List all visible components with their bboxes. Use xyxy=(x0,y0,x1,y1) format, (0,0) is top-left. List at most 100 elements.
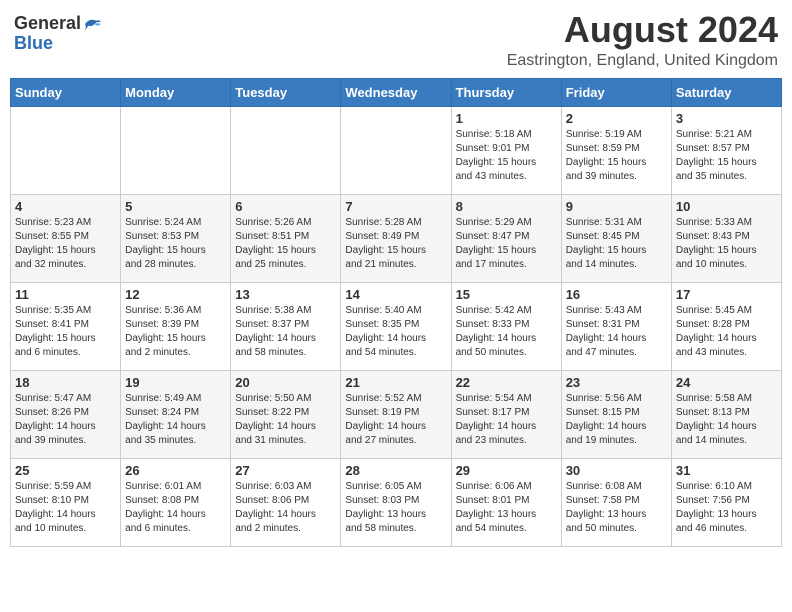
day-number: 29 xyxy=(456,463,557,478)
header-wednesday: Wednesday xyxy=(341,78,451,106)
calendar-header-row: Sunday Monday Tuesday Wednesday Thursday… xyxy=(11,78,782,106)
day-info: Sunrise: 5:43 AM Sunset: 8:31 PM Dayligh… xyxy=(566,304,667,360)
day-number: 16 xyxy=(566,287,667,302)
day-info: Sunrise: 5:19 AM Sunset: 8:59 PM Dayligh… xyxy=(566,128,667,184)
header-tuesday: Tuesday xyxy=(231,78,341,106)
day-number: 19 xyxy=(125,375,226,390)
calendar-cell: 31Sunrise: 6:10 AM Sunset: 7:56 PM Dayli… xyxy=(671,458,781,546)
day-number: 24 xyxy=(676,375,777,390)
day-number: 26 xyxy=(125,463,226,478)
calendar-cell: 20 Sunrise: 5:50 AM Sunset: 8:22 PM Dayli… xyxy=(231,370,341,458)
day-info: Sunrise: 5:47 AM Sunset: 8:26 PM Dayligh… xyxy=(15,392,116,448)
day-info: Sunrise: 6:01 AM Sunset: 8:08 PM Dayligh… xyxy=(125,480,226,536)
day-number: 25 xyxy=(15,463,116,478)
calendar-cell xyxy=(231,106,341,194)
logo-bird-icon xyxy=(83,16,103,32)
calendar-cell xyxy=(11,106,121,194)
day-info: Sunrise: 6:10 AM Sunset: 7:56 PM Dayligh… xyxy=(676,480,777,536)
calendar-cell: 10Sunrise: 5:33 AM Sunset: 8:43 PM Dayli… xyxy=(671,194,781,282)
day-info: Sunrise: 5:45 AM Sunset: 8:28 PM Dayligh… xyxy=(676,304,777,360)
day-number: 18 xyxy=(15,375,116,390)
day-info: Sunrise: 5:28 AM Sunset: 8:49 PM Dayligh… xyxy=(345,216,446,272)
day-number: 11 xyxy=(15,287,116,302)
day-number: 5 xyxy=(125,199,226,214)
day-info: Sunrise: 5:18 AM Sunset: 9:01 PM Dayligh… xyxy=(456,128,557,184)
day-number: 14 xyxy=(345,287,446,302)
day-number: 28 xyxy=(345,463,446,478)
logo-general-text: General xyxy=(14,14,81,34)
calendar-week-row: 1 Sunrise: 5:18 AM Sunset: 9:01 PM Daylig… xyxy=(11,106,782,194)
day-number: 13 xyxy=(235,287,336,302)
calendar-cell: 16 Sunrise: 5:43 AM Sunset: 8:31 PM Dayli… xyxy=(561,282,671,370)
day-info: Sunrise: 6:06 AM Sunset: 8:01 PM Dayligh… xyxy=(456,480,557,536)
calendar-cell: 9 Sunrise: 5:31 AM Sunset: 8:45 PM Daylig… xyxy=(561,194,671,282)
calendar-table: Sunday Monday Tuesday Wednesday Thursday… xyxy=(10,78,782,547)
header-saturday: Saturday xyxy=(671,78,781,106)
header: General Blue August 2024 Eastrington, En… xyxy=(10,10,782,70)
calendar-cell: 12 Sunrise: 5:36 AM Sunset: 8:39 PM Dayli… xyxy=(121,282,231,370)
calendar-cell: 21Sunrise: 5:52 AM Sunset: 8:19 PM Dayli… xyxy=(341,370,451,458)
calendar-cell: 28 Sunrise: 6:05 AM Sunset: 8:03 PM Dayli… xyxy=(341,458,451,546)
title-area: August 2024 Eastrington, England, United… xyxy=(507,10,778,70)
header-thursday: Thursday xyxy=(451,78,561,106)
day-number: 2 xyxy=(566,111,667,126)
day-number: 15 xyxy=(456,287,557,302)
day-info: Sunrise: 5:54 AM Sunset: 8:17 PM Dayligh… xyxy=(456,392,557,448)
day-number: 22 xyxy=(456,375,557,390)
day-info: Sunrise: 5:59 AM Sunset: 8:10 PM Dayligh… xyxy=(15,480,116,536)
day-info: Sunrise: 5:38 AM Sunset: 8:37 PM Dayligh… xyxy=(235,304,336,360)
header-friday: Friday xyxy=(561,78,671,106)
calendar-cell: 23Sunrise: 5:56 AM Sunset: 8:15 PM Dayli… xyxy=(561,370,671,458)
month-year-title: August 2024 xyxy=(507,10,778,50)
calendar-cell: 13 Sunrise: 5:38 AM Sunset: 8:37 PM Dayli… xyxy=(231,282,341,370)
calendar-week-row: 25 Sunrise: 5:59 AM Sunset: 8:10 PM Dayli… xyxy=(11,458,782,546)
day-info: Sunrise: 5:58 AM Sunset: 8:13 PM Dayligh… xyxy=(676,392,777,448)
day-info: Sunrise: 5:50 AM Sunset: 8:22 PM Dayligh… xyxy=(235,392,336,448)
calendar-cell: 17 Sunrise: 5:45 AM Sunset: 8:28 PM Dayli… xyxy=(671,282,781,370)
calendar-cell: 18 Sunrise: 5:47 AM Sunset: 8:26 PM Dayli… xyxy=(11,370,121,458)
day-number: 12 xyxy=(125,287,226,302)
day-info: Sunrise: 6:08 AM Sunset: 7:58 PM Dayligh… xyxy=(566,480,667,536)
header-sunday: Sunday xyxy=(11,78,121,106)
calendar-cell xyxy=(341,106,451,194)
day-info: Sunrise: 5:33 AM Sunset: 8:43 PM Dayligh… xyxy=(676,216,777,272)
day-info: Sunrise: 5:23 AM Sunset: 8:55 PM Dayligh… xyxy=(15,216,116,272)
calendar-cell: 29 Sunrise: 6:06 AM Sunset: 8:01 PM Dayli… xyxy=(451,458,561,546)
day-number: 23 xyxy=(566,375,667,390)
calendar-cell: 14 Sunrise: 5:40 AM Sunset: 8:35 PM Dayli… xyxy=(341,282,451,370)
day-number: 21 xyxy=(345,375,446,390)
day-number: 17 xyxy=(676,287,777,302)
day-info: Sunrise: 6:05 AM Sunset: 8:03 PM Dayligh… xyxy=(345,480,446,536)
calendar-cell xyxy=(121,106,231,194)
day-number: 30 xyxy=(566,463,667,478)
calendar-cell: 11 Sunrise: 5:35 AM Sunset: 8:41 PM Dayli… xyxy=(11,282,121,370)
day-info: Sunrise: 5:36 AM Sunset: 8:39 PM Dayligh… xyxy=(125,304,226,360)
day-info: Sunrise: 5:31 AM Sunset: 8:45 PM Dayligh… xyxy=(566,216,667,272)
calendar-week-row: 18 Sunrise: 5:47 AM Sunset: 8:26 PM Dayli… xyxy=(11,370,782,458)
calendar-cell: 3Sunrise: 5:21 AM Sunset: 8:57 PM Daylig… xyxy=(671,106,781,194)
calendar-cell: 7Sunrise: 5:28 AM Sunset: 8:49 PM Daylig… xyxy=(341,194,451,282)
day-info: Sunrise: 5:49 AM Sunset: 8:24 PM Dayligh… xyxy=(125,392,226,448)
calendar-cell: 15Sunrise: 5:42 AM Sunset: 8:33 PM Dayli… xyxy=(451,282,561,370)
calendar-cell: 2 Sunrise: 5:19 AM Sunset: 8:59 PM Daylig… xyxy=(561,106,671,194)
calendar-week-row: 4 Sunrise: 5:23 AM Sunset: 8:55 PM Daylig… xyxy=(11,194,782,282)
calendar-cell: 26 Sunrise: 6:01 AM Sunset: 8:08 PM Dayli… xyxy=(121,458,231,546)
day-number: 6 xyxy=(235,199,336,214)
day-number: 9 xyxy=(566,199,667,214)
day-info: Sunrise: 5:35 AM Sunset: 8:41 PM Dayligh… xyxy=(15,304,116,360)
day-number: 20 xyxy=(235,375,336,390)
logo: General Blue xyxy=(14,14,103,54)
calendar-cell: 30 Sunrise: 6:08 AM Sunset: 7:58 PM Dayli… xyxy=(561,458,671,546)
calendar-cell: 19 Sunrise: 5:49 AM Sunset: 8:24 PM Dayli… xyxy=(121,370,231,458)
day-info: Sunrise: 5:21 AM Sunset: 8:57 PM Dayligh… xyxy=(676,128,777,184)
day-info: Sunrise: 5:40 AM Sunset: 8:35 PM Dayligh… xyxy=(345,304,446,360)
location-subtitle: Eastrington, England, United Kingdom xyxy=(507,52,778,70)
day-number: 4 xyxy=(15,199,116,214)
day-number: 1 xyxy=(456,111,557,126)
calendar-cell: 5Sunrise: 5:24 AM Sunset: 8:53 PM Daylig… xyxy=(121,194,231,282)
day-info: Sunrise: 5:26 AM Sunset: 8:51 PM Dayligh… xyxy=(235,216,336,272)
day-info: Sunrise: 5:29 AM Sunset: 8:47 PM Dayligh… xyxy=(456,216,557,272)
day-number: 27 xyxy=(235,463,336,478)
calendar-cell: 25 Sunrise: 5:59 AM Sunset: 8:10 PM Dayli… xyxy=(11,458,121,546)
calendar-cell: 24 Sunrise: 5:58 AM Sunset: 8:13 PM Dayli… xyxy=(671,370,781,458)
